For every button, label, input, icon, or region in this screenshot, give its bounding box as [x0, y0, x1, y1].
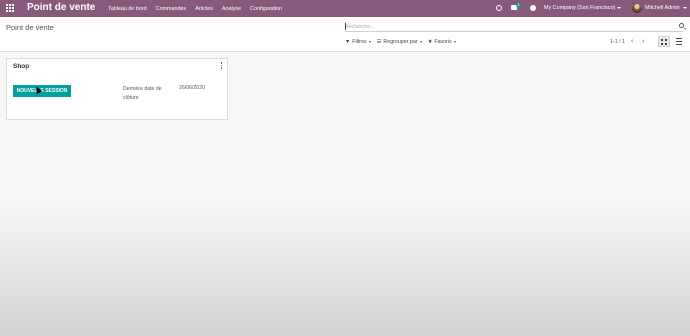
caret-down-icon [368, 41, 371, 43]
caret-down-icon [419, 41, 422, 43]
favorites-label: Favoris [434, 39, 452, 45]
group-by-label: Regrouper par [383, 39, 418, 45]
menu-item-reporting[interactable]: Analyse [222, 6, 241, 12]
menu-item-products[interactable]: Articles [195, 6, 213, 12]
user-caret-icon [683, 7, 687, 9]
card-title: Shop [13, 63, 30, 70]
search-icon[interactable] [679, 23, 684, 28]
kanban-view-button[interactable] [658, 36, 670, 47]
list-view-button[interactable] [674, 36, 685, 47]
group-by-icon: ☰ [376, 39, 382, 45]
company-switcher[interactable]: My Company (San Francisco) [544, 5, 615, 11]
pager-value[interactable]: 1-1 / 1 [610, 39, 625, 45]
top-navbar: Point de vente Tableau de bord Commandes… [0, 0, 690, 17]
company-caret-icon [617, 7, 621, 9]
app-title[interactable]: Point de vente [27, 2, 95, 13]
caret-down-icon [453, 41, 456, 43]
star-icon: ★ [427, 39, 433, 45]
control-panel: Point de vente ▼ Filtres ☰ Regrouper par… [0, 17, 690, 52]
search-input[interactable] [345, 22, 670, 31]
activity-clock-icon[interactable] [496, 5, 502, 11]
last-closing-date-value: 26/06/2020 [179, 85, 205, 91]
group-by-button[interactable]: ☰ Regrouper par [377, 39, 422, 45]
pager-next-button[interactable]: › [642, 38, 644, 45]
last-closing-date-label: Dernière date de clôture [123, 86, 162, 101]
menu-item-dashboard[interactable]: Tableau de bord [108, 6, 147, 12]
search-box [345, 22, 684, 32]
apps-menu-icon[interactable] [6, 4, 14, 12]
filter-icon: ▼ [345, 39, 351, 45]
search-options: ▼ Filtres ☰ Regrouper par ★ Favoris [345, 37, 462, 47]
card-menu-icon[interactable] [220, 62, 223, 70]
user-menu[interactable]: Mitchell Admin [645, 5, 680, 11]
filters-label: Filtres [352, 39, 367, 45]
filters-button[interactable]: ▼ Filtres [345, 39, 371, 45]
pager-previous-button[interactable]: ‹ [631, 38, 633, 45]
debug-icon[interactable] [530, 5, 536, 11]
user-avatar[interactable] [632, 3, 642, 13]
breadcrumb: Point de vente [6, 23, 54, 32]
menu-item-orders[interactable]: Commandes [156, 6, 187, 12]
chat-count-badge: 2 [516, 3, 521, 7]
favorites-button[interactable]: ★ Favoris [428, 39, 456, 45]
main-menu: Tableau de bord Commandes Articles Analy… [108, 0, 291, 17]
text-caret [345, 23, 346, 30]
menu-item-configuration[interactable]: Configuration [250, 6, 282, 12]
